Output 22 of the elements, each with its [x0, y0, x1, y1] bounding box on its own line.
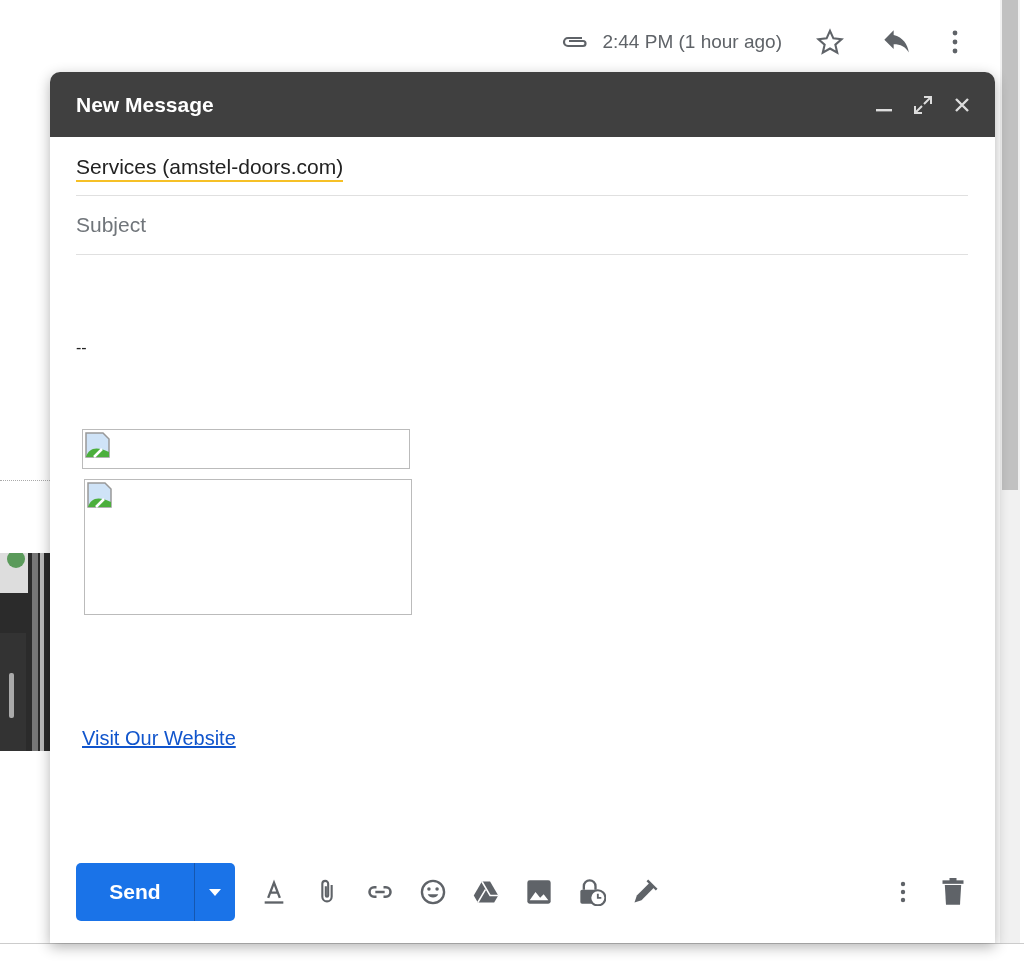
lock-clock-icon[interactable]: [578, 878, 606, 906]
star-icon[interactable]: [816, 28, 844, 56]
close-icon[interactable]: [954, 96, 970, 113]
smiley-icon[interactable]: [419, 878, 447, 906]
compose-title: New Message: [76, 92, 214, 117]
scrollbar-thumb[interactable]: [1002, 0, 1018, 490]
broken-image-icon: [85, 432, 111, 458]
more-options-icon[interactable]: [900, 881, 906, 903]
image-icon[interactable]: [525, 878, 553, 906]
caret-icon: [209, 888, 221, 896]
website-link[interactable]: Visit Our Website: [82, 727, 236, 750]
signature-separator: --: [76, 339, 87, 357]
triangle-icon[interactable]: [472, 878, 500, 906]
trash-icon[interactable]: [941, 878, 965, 906]
send-button[interactable]: Send: [76, 863, 194, 921]
expand-icon[interactable]: [914, 95, 932, 114]
more-options-icon[interactable]: [952, 30, 958, 54]
message-time: 2:44 PM (1 hour ago): [602, 31, 782, 53]
send-options-button[interactable]: [194, 863, 235, 921]
recipient-chip[interactable]: Services (amstel-doors.com): [76, 154, 344, 182]
reply-icon[interactable]: [882, 30, 910, 54]
broken-image-icon: [87, 482, 113, 508]
